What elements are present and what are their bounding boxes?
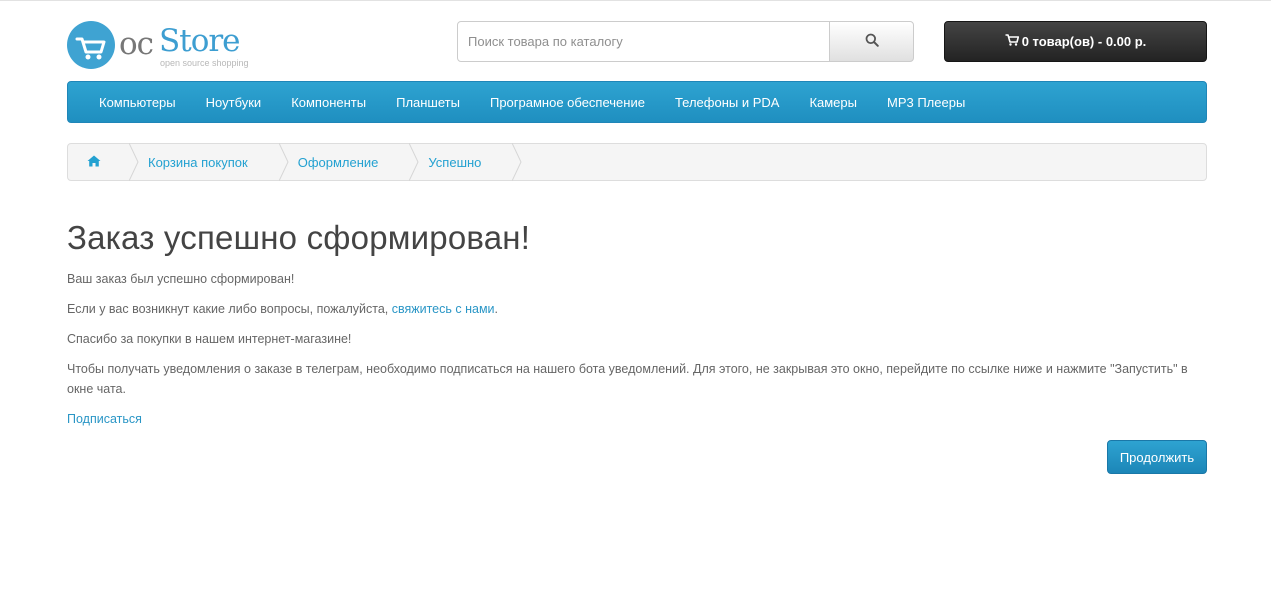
logo-cart-icon [67,21,115,69]
logo-oc-text: oc [119,26,154,62]
page-container: oc Store open source shopping Поиск това… [67,1,1207,474]
subscribe-paragraph: Подписаться [67,409,1207,429]
menu-item-laptops[interactable]: Ноутбуки [191,95,277,110]
home-icon [87,155,101,170]
continue-button[interactable]: Продолжить [1107,440,1207,474]
header: oc Store open source shopping Поиск това… [67,1,1207,81]
breadcrumb-home[interactable] [68,143,139,181]
cart-icon [1005,34,1019,49]
cart-button[interactable]: 0 товар(ов) - 0.00 р. [944,21,1207,62]
contact-us-link[interactable]: свяжитесь с нами [392,302,495,316]
menu-item-software[interactable]: Програмное обеспечение [475,95,660,110]
main-content: Заказ успешно сформирован! Ваш заказ был… [67,219,1207,474]
contact-text-before: Если у вас возникнут какие либо вопросы,… [67,302,392,316]
page-title: Заказ успешно сформирован! [67,219,531,256]
breadcrumb-success[interactable]: Успешно [400,143,522,181]
store-logo[interactable]: oc Store open source shopping [67,21,267,71]
breadcrumb-cart[interactable]: Корзина покупок [120,143,289,181]
menu-item-computers[interactable]: Компьютеры [84,95,191,110]
search-bar [457,21,914,62]
contact-text-after: . [494,302,499,316]
menu-item-components[interactable]: Компоненты [276,95,381,110]
menu-item-mp3[interactable]: MP3 Плееры [872,95,980,110]
breadcrumb-label: Оформление [297,154,379,170]
breadcrumb: Корзина покупок Оформление Успешно [67,143,1207,181]
search-icon [865,33,879,50]
subscribe-link[interactable]: Подписаться [67,412,142,426]
menu-item-tablets[interactable]: Планшеты [381,95,475,110]
thanks-text: Спасибо за покупки в нашем интернет-мага… [67,332,352,346]
main-menu: Компьютеры Ноутбуки Компоненты Планшеты … [67,81,1207,123]
breadcrumb-label: Корзина покупок [148,154,248,170]
search-button[interactable] [829,21,914,62]
breadcrumb-checkout[interactable]: Оформление [270,143,419,181]
order-success-text: Ваш заказ был успешно сформирован! [67,272,295,286]
logo-tagline: open source shopping [160,58,249,68]
menu-item-cameras[interactable]: Камеры [794,95,872,110]
menu-item-phones[interactable]: Телефоны и PDA [660,95,795,110]
search-input[interactable] [457,21,830,62]
breadcrumb-label: Успешно [428,154,482,170]
cart-label: 0 товар(ов) - 0.00 р. [1021,34,1147,49]
contact-text: Если у вас возникнут какие либо вопросы,… [67,299,1207,319]
telegram-notice-text: Чтобы получать уведомления о заказе в те… [67,362,1188,396]
logo-store-text: Store [159,23,241,59]
